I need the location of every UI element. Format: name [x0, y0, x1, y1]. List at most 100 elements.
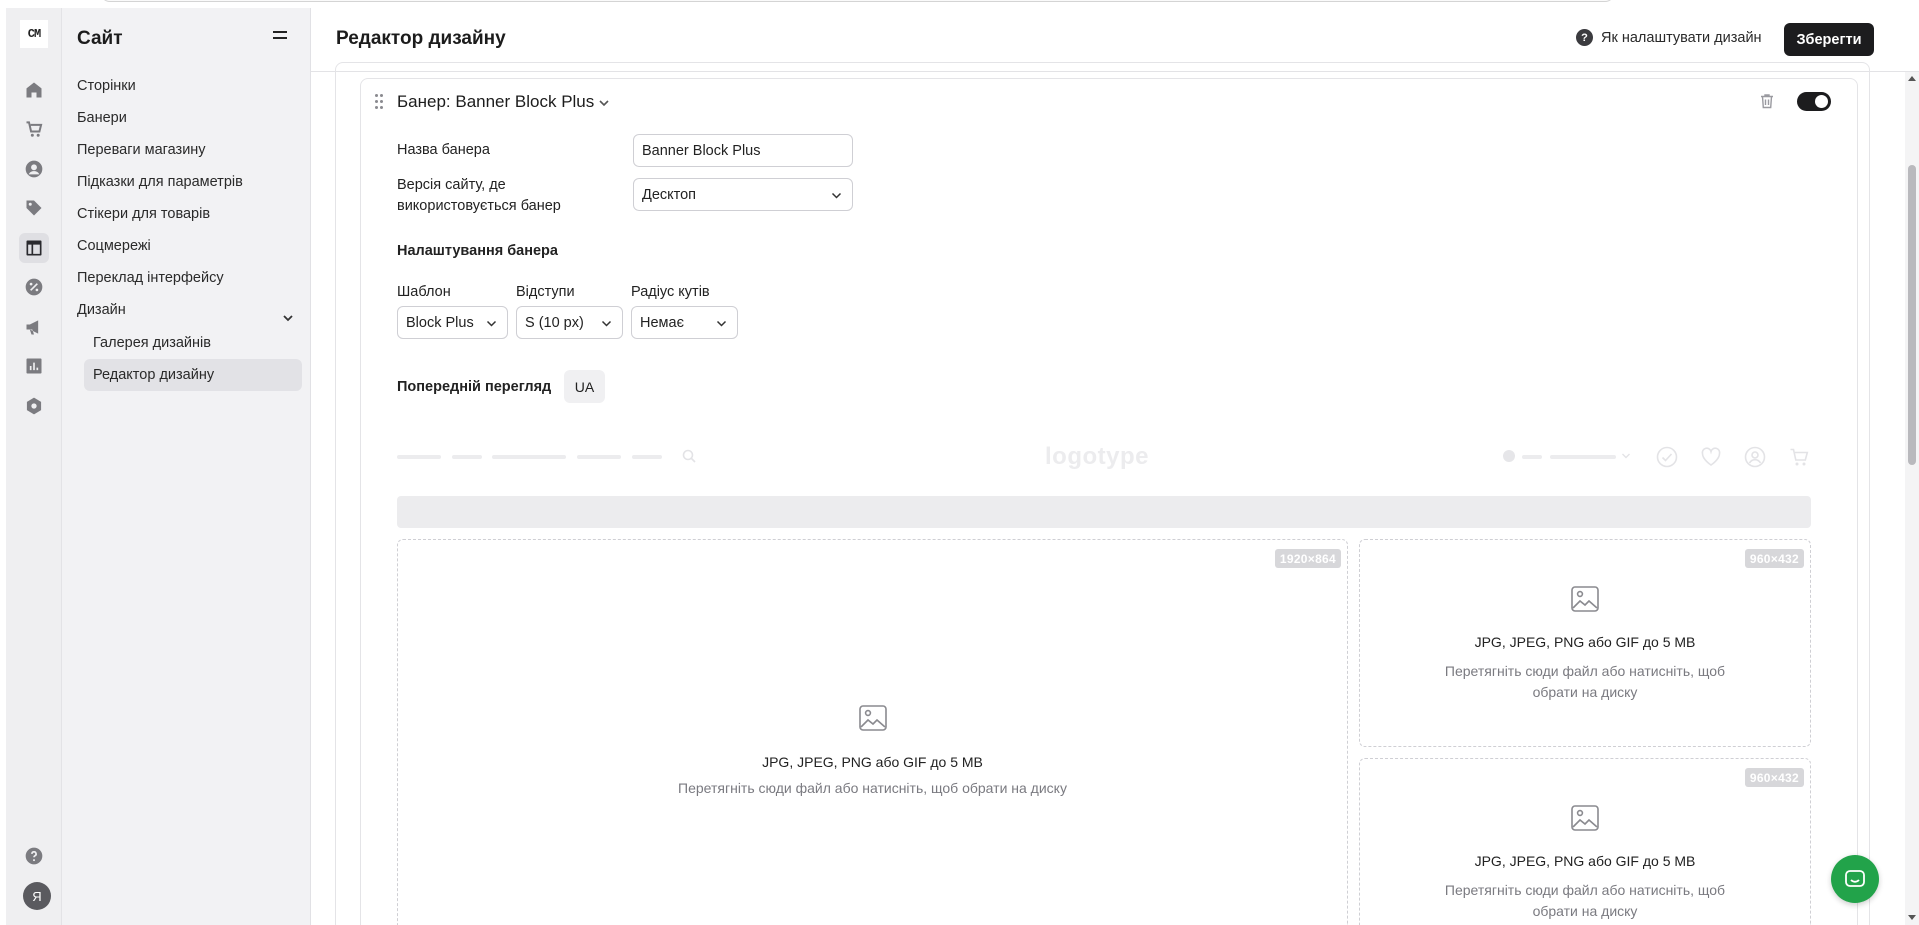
chevron-down-icon	[716, 320, 727, 327]
question-icon: ?	[1576, 29, 1593, 46]
preview-nav-placeholder	[577, 455, 621, 459]
image-placeholder-icon	[1571, 586, 1599, 612]
preview-compare-icon	[1656, 446, 1678, 468]
preview-heart-icon	[1701, 447, 1721, 466]
sidebar: Сайт Сторінки Банери Переваги магазину П…	[62, 8, 311, 925]
image-dropzone-bottom-right[interactable]: 960×432 JPG, JPEG, PNG або GIF до 5 MB П…	[1359, 758, 1811, 925]
preview-phone-placeholder	[1550, 455, 1616, 459]
browser-top-edge	[0, 0, 1919, 8]
scroll-up-arrow[interactable]	[1908, 76, 1916, 81]
size-tag: 1920×864	[1274, 549, 1341, 568]
sidebar-item-stickers[interactable]: Стікери для товарів	[77, 206, 210, 222]
icon-rail: CM Я	[6, 8, 62, 925]
chevron-down-icon[interactable]	[281, 311, 295, 325]
address-bar-edge	[100, 0, 1615, 2]
corner-radius-select[interactable]: Немає	[631, 306, 738, 339]
preview-menu-bar	[397, 496, 1811, 528]
corner-radius-label: Радіус кутів	[631, 284, 710, 300]
dropzone-hint-line1: Перетягніть сюди файл або натисніть, щоб	[1444, 882, 1726, 898]
megaphone-icon[interactable]	[19, 312, 49, 342]
banner-title[interactable]: Банер: Banner Block Plus	[397, 92, 594, 112]
dropzone-formats: JPG, JPEG, PNG або GIF до 5 MB	[762, 754, 983, 770]
preview-search-icon	[682, 449, 696, 463]
dropzone-formats: JPG, JPEG, PNG або GIF до 5 MB	[1474, 853, 1696, 869]
banner-settings-heading: Налаштування банера	[397, 243, 558, 259]
padding-label: Відступи	[516, 284, 575, 300]
site-version-select[interactable]: Десктоп	[633, 178, 853, 211]
home-icon[interactable]	[19, 75, 49, 105]
chat-widget-button[interactable]	[1831, 855, 1879, 903]
help-link[interactable]: ? Як налаштувати дизайн	[1576, 29, 1762, 46]
padding-value: S (10 px)	[525, 314, 584, 331]
chart-icon[interactable]	[19, 351, 49, 381]
preview-chevron-icon	[1622, 453, 1630, 459]
image-placeholder-icon	[859, 705, 887, 731]
preview-nav-placeholder	[452, 455, 482, 459]
corner-radius-value: Немає	[640, 314, 684, 331]
size-tag: 960×432	[1744, 549, 1804, 568]
help-icon[interactable]	[19, 841, 49, 871]
dropzone-hint: Перетягніть сюди файл або натисніть, щоб…	[678, 780, 1067, 796]
chat-icon	[1845, 870, 1865, 887]
sidebar-item-social[interactable]: Соцмережі	[77, 238, 151, 254]
sidebar-item-design-gallery[interactable]: Галерея дизайнів	[84, 327, 302, 359]
sidebar-item-advantages[interactable]: Переваги магазину	[77, 142, 206, 158]
settings-icon[interactable]	[19, 391, 49, 421]
image-dropzone-main[interactable]: 1920×864 JPG, JPEG, PNG або GIF до 5 MB …	[397, 539, 1348, 925]
help-link-label: Як налаштувати дизайн	[1601, 29, 1762, 46]
sidebar-item-banners[interactable]: Банери	[77, 110, 127, 126]
collapse-sidebar-icon[interactable]	[273, 31, 291, 47]
template-value: Block Plus	[406, 314, 474, 331]
banner-name-label: Назва банера	[397, 142, 490, 158]
save-button[interactable]: Зберегти	[1784, 23, 1874, 56]
scroll-down-arrow[interactable]	[1908, 915, 1916, 920]
sidebar-item-pages[interactable]: Сторінки	[77, 78, 136, 94]
preview-user-icon	[1744, 446, 1766, 468]
percent-icon[interactable]	[19, 272, 49, 302]
sidebar-item-design-editor[interactable]: Редактор дизайну	[84, 359, 302, 391]
preview-phone-icon	[1503, 450, 1515, 462]
image-dropzone-top-right[interactable]: 960×432 JPG, JPEG, PNG або GIF до 5 MB П…	[1359, 539, 1811, 747]
layout-icon[interactable]	[19, 233, 49, 263]
preview-nav-placeholder	[492, 455, 566, 459]
preview-cart-icon	[1790, 448, 1809, 466]
tag-icon[interactable]	[19, 193, 49, 223]
chevron-down-icon	[601, 320, 612, 327]
sidebar-item-design[interactable]: Дизайн	[77, 302, 126, 318]
banner-enabled-toggle[interactable]	[1797, 92, 1831, 111]
size-tag: 960×432	[1744, 768, 1804, 787]
dropzone-hint-line2: обрати на диску	[1532, 684, 1638, 700]
dropzone-hint-line2: обрати на диску	[1532, 903, 1638, 919]
dropzone-hint-line1: Перетягніть сюди файл або натисніть, щоб	[1444, 663, 1726, 679]
trash-icon[interactable]	[1758, 92, 1776, 110]
drag-handle-icon[interactable]	[375, 94, 385, 110]
sidebar-item-label: Редактор дизайну	[93, 367, 215, 383]
padding-select[interactable]: S (10 px)	[516, 306, 623, 339]
site-version-label-line2: використовується банер	[397, 198, 561, 214]
sidebar-item-param-hints[interactable]: Підказки для параметрів	[77, 174, 243, 190]
preview-language-chip[interactable]: UA	[564, 370, 605, 403]
chevron-down-icon[interactable]	[597, 96, 611, 110]
dropzone-formats: JPG, JPEG, PNG або GIF до 5 MB	[1474, 634, 1696, 650]
banner-name-input[interactable]: Banner Block Plus	[633, 134, 853, 167]
site-version-label-line1: Версія сайту, де	[397, 177, 506, 193]
sidebar-item-translation[interactable]: Переклад інтерфейсу	[77, 270, 224, 286]
sidebar-title: Сайт	[77, 28, 123, 49]
preview-phone-placeholder	[1522, 455, 1542, 459]
avatar[interactable]: Я	[23, 882, 51, 910]
page-scrollbar[interactable]	[1905, 72, 1919, 925]
scrollbar-thumb[interactable]	[1908, 165, 1916, 465]
chevron-down-icon	[831, 192, 842, 199]
cart-icon[interactable]	[19, 114, 49, 144]
user-icon[interactable]	[19, 154, 49, 184]
template-label: Шаблон	[397, 284, 451, 300]
page-title: Редактор дизайну	[336, 28, 506, 49]
preview-label: Попередній перегляд	[397, 379, 552, 395]
chevron-down-icon	[486, 320, 497, 327]
preview-nav-placeholder	[397, 455, 441, 459]
site-version-value: Десктоп	[642, 186, 697, 203]
image-placeholder-icon	[1571, 805, 1599, 831]
app-logo[interactable]: CM	[20, 20, 48, 48]
sidebar-item-label: Галерея дизайнів	[93, 335, 211, 351]
template-select[interactable]: Block Plus	[397, 306, 508, 339]
